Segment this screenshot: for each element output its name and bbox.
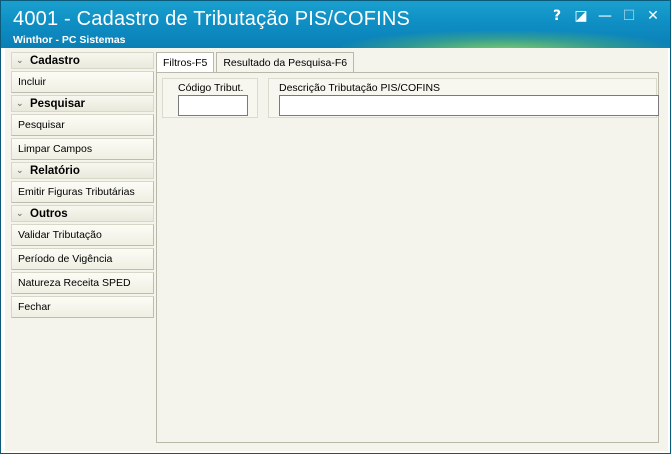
group-label: Cadastro (30, 54, 80, 67)
chevron-down-icon: ⌄ (16, 165, 24, 176)
fechar-button[interactable]: Fechar (11, 296, 154, 318)
group-header-relatorio[interactable]: ⌄ Relatório (11, 162, 154, 179)
title-bar[interactable]: 4001 - Cadastro de Tributação PIS/COFINS… (1, 1, 670, 48)
tab-filtros[interactable]: Filtros-F5 (156, 52, 215, 73)
pesquisar-button[interactable]: Pesquisar (11, 114, 154, 136)
group-cadastro: ⌄ Cadastro Incluir (11, 52, 154, 93)
group-label: Pesquisar (30, 97, 85, 110)
app-window: 4001 - Cadastro de Tributação PIS/COFINS… (0, 0, 671, 454)
codigo-group: Código Tribut. (162, 78, 258, 118)
validar-tributacao-button[interactable]: Validar Tributação (11, 224, 154, 246)
group-header-cadastro[interactable]: ⌄ Cadastro (11, 52, 154, 69)
group-label: Outros (30, 207, 68, 220)
title-bar-glow (341, 31, 670, 48)
group-relatorio: ⌄ Relatório Emitir Figuras Tributárias (11, 162, 154, 203)
emitir-figuras-button[interactable]: Emitir Figuras Tributárias (11, 181, 154, 203)
descricao-group: Descrição Tributação PIS/COFINS (268, 78, 659, 118)
limpar-campos-button[interactable]: Limpar Campos (11, 138, 154, 160)
incluir-button[interactable]: Incluir (11, 71, 154, 93)
group-label: Relatório (30, 164, 80, 177)
natureza-receita-sped-button[interactable]: Natureza Receita SPED (11, 272, 154, 294)
chevron-down-icon: ⌄ (16, 55, 24, 66)
maximize-icon[interactable]: ☐ (620, 7, 638, 25)
tab-bar: Filtros-F5 Resultado da Pesquisa-F6 (156, 52, 356, 73)
tab-resultado-pesquisa[interactable]: Resultado da Pesquisa-F6 (216, 52, 355, 72)
descricao-input[interactable] (279, 95, 659, 116)
content-area: ⌄ Cadastro Incluir ⌄ Pesquisar Pesquisar… (5, 48, 668, 451)
window-subtitle: Winthor - PC Sistemas (13, 34, 126, 46)
restore-layout-icon[interactable]: ◪ (572, 7, 590, 25)
filters-panel: Código Tribut. Descrição Tributação PIS/… (156, 72, 659, 443)
chevron-down-icon: ⌄ (16, 98, 24, 109)
group-header-pesquisar[interactable]: ⌄ Pesquisar (11, 95, 154, 112)
minimize-icon[interactable]: — (596, 7, 614, 25)
close-icon[interactable]: ✕ (644, 7, 662, 25)
periodo-vigencia-button[interactable]: Período de Vigência (11, 248, 154, 270)
group-outros: ⌄ Outros Validar Tributação Período de V… (11, 205, 154, 318)
sidebar: ⌄ Cadastro Incluir ⌄ Pesquisar Pesquisar… (11, 52, 154, 320)
help-icon[interactable]: ? (548, 7, 566, 25)
descricao-label: Descrição Tributação PIS/COFINS (279, 82, 441, 94)
window-controls: ? ◪ — ☐ ✕ (548, 7, 662, 25)
group-pesquisar: ⌄ Pesquisar Pesquisar Limpar Campos (11, 95, 154, 160)
group-header-outros[interactable]: ⌄ Outros (11, 205, 154, 222)
codigo-label: Código Tribut. (178, 82, 244, 94)
chevron-down-icon: ⌄ (16, 208, 24, 219)
codigo-input[interactable] (178, 95, 248, 116)
window-title: 4001 - Cadastro de Tributação PIS/COFINS (13, 8, 411, 30)
